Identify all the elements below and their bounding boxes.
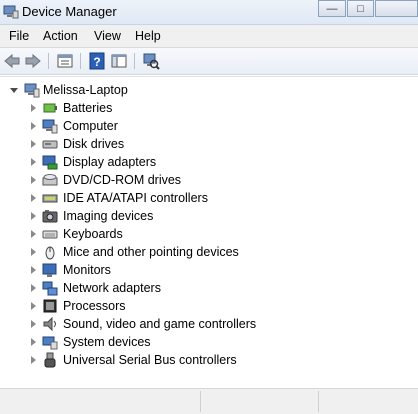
ide-controller-icon <box>42 194 58 203</box>
collapse-arrow-icon[interactable] <box>10 88 18 93</box>
toolbar-separator <box>48 53 49 69</box>
tree-item-label: Keyboards <box>63 227 123 241</box>
tree-item-label: Monitors <box>63 263 111 277</box>
status-segment <box>200 391 319 412</box>
toolbar: ? <box>0 48 418 75</box>
device-tree: Melissa-Laptop Batteries Computer Disk dri… <box>0 76 418 387</box>
expand-arrow-icon[interactable] <box>31 248 36 256</box>
tree-item-disk-drives[interactable]: Disk drives <box>0 135 418 153</box>
keyboard-icon <box>42 230 58 239</box>
computer-icon <box>24 83 40 98</box>
tree-item-label: IDE ATA/ATAPI controllers <box>63 191 208 205</box>
tree-item-computer[interactable]: Computer <box>0 117 418 135</box>
tree-item-ide-ata-atapi-controllers[interactable]: IDE ATA/ATAPI controllers <box>0 189 418 207</box>
tree-item-label: Sound, video and game controllers <box>63 317 257 331</box>
tree-item-label: Display adapters <box>63 155 157 169</box>
tree-item-dvd-cd-rom-drives[interactable]: DVD/CD-ROM drives <box>0 171 418 189</box>
tree-item-label: Processors <box>63 299 126 313</box>
expand-arrow-icon[interactable] <box>31 158 36 166</box>
menu-view[interactable]: View <box>94 29 121 43</box>
expand-arrow-icon[interactable] <box>31 194 36 202</box>
tree-item-mice-and-other-pointing-devices[interactable]: Mice and other pointing devices <box>0 243 418 261</box>
scan-hardware-icon[interactable] <box>142 52 160 70</box>
tree-item-display-adapters[interactable]: Display adapters <box>0 153 418 171</box>
computer-icon <box>42 119 58 134</box>
expand-arrow-icon[interactable] <box>31 230 36 238</box>
menu-action[interactable]: Action <box>43 29 78 43</box>
properties-icon[interactable] <box>56 52 74 70</box>
system-devices-icon <box>42 336 58 350</box>
close-button[interactable] <box>375 0 418 17</box>
console-tree-icon[interactable] <box>110 52 128 70</box>
svg-text:?: ? <box>93 55 100 69</box>
window-title: Device Manager <box>22 4 117 19</box>
minimize-button[interactable]: — <box>318 0 346 17</box>
expand-arrow-icon[interactable] <box>31 104 36 112</box>
maximize-button[interactable]: □ <box>347 0 374 17</box>
tree-item-label: Imaging devices <box>63 209 154 223</box>
expand-arrow-icon[interactable] <box>31 356 36 364</box>
usb-icon <box>44 352 56 368</box>
tree-item-label: Mice and other pointing devices <box>63 245 239 259</box>
camera-icon <box>42 210 58 223</box>
toolbar-separator <box>80 53 81 69</box>
expand-arrow-icon[interactable] <box>31 176 36 184</box>
expand-arrow-icon[interactable] <box>31 320 36 328</box>
tree-item-label: System devices <box>63 335 151 349</box>
disk-drive-icon <box>42 140 58 149</box>
mouse-icon <box>45 246 55 260</box>
tree-item-label: Universal Serial Bus controllers <box>63 353 237 367</box>
expand-arrow-icon[interactable] <box>31 122 36 130</box>
expand-arrow-icon[interactable] <box>31 140 36 148</box>
tree-item-system-devices[interactable]: System devices <box>0 333 418 351</box>
menu-file[interactable]: File <box>9 29 29 43</box>
toolbar-separator <box>134 53 135 69</box>
forward-icon[interactable] <box>24 52 42 70</box>
help-icon[interactable]: ? <box>88 52 106 70</box>
expand-arrow-icon[interactable] <box>31 266 36 274</box>
expand-arrow-icon[interactable] <box>31 302 36 310</box>
status-bar <box>0 388 418 414</box>
speaker-icon <box>43 316 56 332</box>
tree-item-label: Computer <box>63 119 118 133</box>
tree-item-imaging-devices[interactable]: Imaging devices <box>0 207 418 225</box>
tree-root-label: Melissa-Laptop <box>43 83 128 97</box>
tree-root[interactable]: Melissa-Laptop <box>0 81 418 99</box>
tree-item-network-adapters[interactable]: Network adapters <box>0 279 418 297</box>
tree-item-universal-serial-bus-controllers[interactable]: Universal Serial Bus controllers <box>0 351 418 369</box>
title-bar: Device Manager — □ <box>0 0 418 25</box>
tree-item-label: DVD/CD-ROM drives <box>63 173 182 187</box>
expand-arrow-icon[interactable] <box>31 338 36 346</box>
dvd-drive-icon <box>42 174 58 186</box>
battery-icon <box>43 103 57 113</box>
back-icon[interactable] <box>3 52 21 70</box>
tree-item-sound-video-and-game-controllers[interactable]: Sound, video and game controllers <box>0 315 418 333</box>
menu-help[interactable]: Help <box>135 29 161 43</box>
tree-item-batteries[interactable]: Batteries <box>0 99 418 117</box>
processor-icon <box>43 299 57 313</box>
tree-item-label: Network adapters <box>63 281 161 295</box>
monitor-icon <box>42 263 57 277</box>
tree-item-keyboards[interactable]: Keyboards <box>0 225 418 243</box>
tree-item-label: Batteries <box>63 101 113 115</box>
tree-item-label: Disk drives <box>63 137 125 151</box>
menu-bar: File Action View Help <box>0 25 418 48</box>
expand-arrow-icon[interactable] <box>31 284 36 292</box>
status-segment <box>318 391 418 412</box>
network-adapter-icon <box>42 281 58 296</box>
display-adapter-icon <box>42 155 58 170</box>
tree-item-monitors[interactable]: Monitors <box>0 261 418 279</box>
device-manager-app-icon <box>3 5 19 19</box>
expand-arrow-icon[interactable] <box>31 212 36 220</box>
tree-item-processors[interactable]: Processors <box>0 297 418 315</box>
